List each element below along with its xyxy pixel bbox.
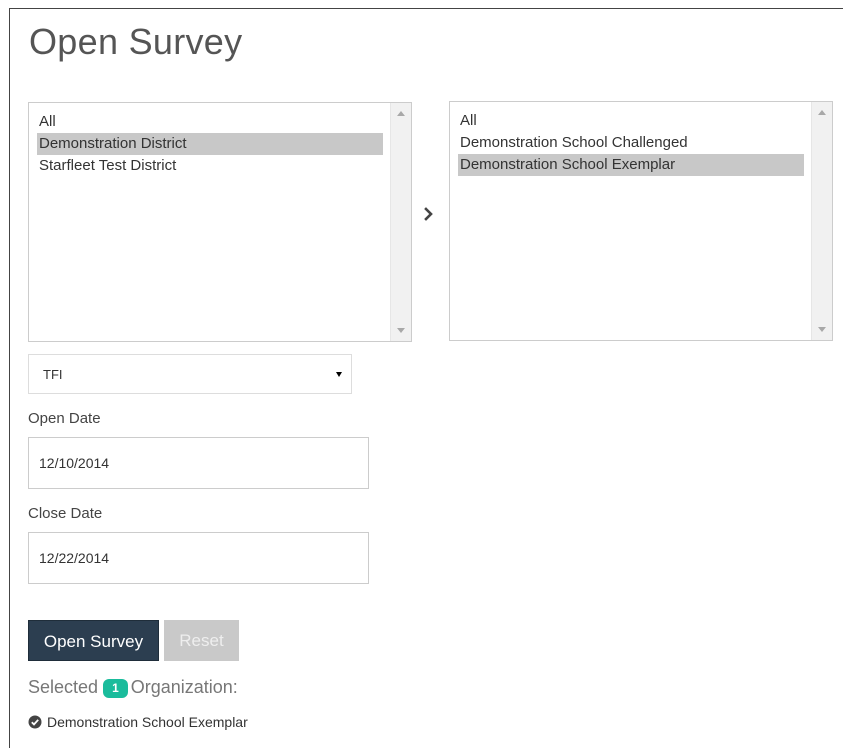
school-listbox[interactable]: All Demonstration School Challenged Demo… [449, 101, 833, 341]
district-option-demonstration[interactable]: Demonstration District [37, 133, 383, 155]
school-scrollbar[interactable] [811, 102, 832, 340]
selected-organization-item: Demonstration School Exemplar [28, 713, 248, 731]
page-title: Open Survey [29, 21, 243, 62]
selected-prefix: Selected [28, 677, 99, 697]
close-date-label: Close Date [28, 505, 103, 522]
close-date-value: 12/22/2014 [39, 550, 110, 566]
reset-button[interactable]: Reset [164, 620, 239, 661]
selected-summary: Selected 1 Organization: [28, 675, 238, 699]
survey-type-value: TFI [43, 367, 63, 382]
check-circle-icon [28, 715, 42, 729]
school-option-exemplar[interactable]: Demonstration School Exemplar [458, 154, 804, 176]
selected-count-badge: 1 [103, 679, 128, 698]
scroll-down-icon[interactable] [397, 328, 405, 333]
open-date-input[interactable]: 12/10/2014 [28, 437, 369, 489]
selected-organization-name: Demonstration School Exemplar [47, 714, 248, 730]
survey-type-select[interactable]: TFI [28, 354, 352, 394]
scroll-down-icon[interactable] [818, 327, 826, 332]
scroll-up-icon[interactable] [397, 111, 405, 116]
district-option-starfleet[interactable]: Starfleet Test District [37, 155, 383, 177]
selected-suffix: Organization: [130, 677, 238, 697]
school-option-challenged[interactable]: Demonstration School Challenged [458, 132, 804, 154]
close-date-input[interactable]: 12/22/2014 [28, 532, 369, 584]
open-date-label: Open Date [28, 410, 101, 427]
district-listbox[interactable]: All Demonstration District Starfleet Tes… [28, 102, 412, 342]
chevron-right-icon[interactable] [420, 204, 438, 224]
caret-down-icon [336, 372, 342, 377]
scroll-up-icon[interactable] [818, 110, 826, 115]
district-scrollbar[interactable] [390, 103, 411, 341]
district-option-all[interactable]: All [37, 111, 383, 133]
open-date-value: 12/10/2014 [39, 455, 110, 471]
open-survey-button[interactable]: Open Survey [28, 620, 159, 661]
school-option-all[interactable]: All [458, 110, 804, 132]
